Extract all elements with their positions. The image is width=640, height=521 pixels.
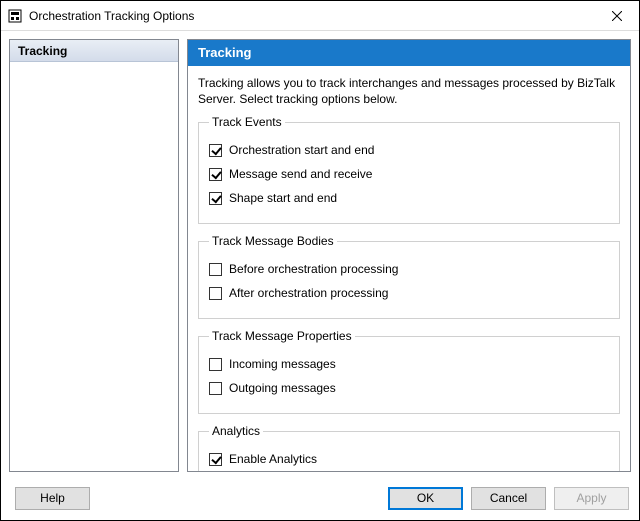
checkbox-icon	[209, 144, 222, 157]
checkbox-label: Incoming messages	[229, 357, 336, 371]
checkbox-after-processing[interactable]: After orchestration processing	[209, 284, 609, 302]
checkbox-icon	[209, 358, 222, 371]
help-button[interactable]: Help	[15, 487, 90, 510]
checkbox-msg-send-receive[interactable]: Message send and receive	[209, 165, 609, 183]
group-legend: Analytics	[209, 424, 263, 438]
checkbox-label: After orchestration processing	[229, 286, 388, 300]
group-legend: Track Message Properties	[209, 329, 355, 343]
group-track-bodies: Track Message Bodies Before orchestratio…	[198, 234, 620, 319]
checkbox-outgoing-msgs[interactable]: Outgoing messages	[209, 379, 609, 397]
checkbox-icon	[209, 453, 222, 466]
nav-item-tracking[interactable]: Tracking	[10, 40, 178, 62]
settings-panel: Tracking Tracking allows you to track in…	[187, 39, 631, 472]
checkbox-shape-start-end[interactable]: Shape start and end	[209, 189, 609, 207]
checkbox-incoming-msgs[interactable]: Incoming messages	[209, 355, 609, 373]
cancel-button[interactable]: Cancel	[471, 487, 546, 510]
checkbox-enable-analytics[interactable]: Enable Analytics	[209, 450, 609, 468]
content-area: Tracking Tracking Tracking allows you to…	[1, 31, 639, 476]
checkbox-label: Shape start and end	[229, 191, 337, 205]
checkbox-label: Outgoing messages	[229, 381, 336, 395]
window-title: Orchestration Tracking Options	[29, 9, 594, 23]
checkbox-icon	[209, 382, 222, 395]
checkbox-icon	[209, 287, 222, 300]
checkbox-label: Enable Analytics	[229, 452, 317, 466]
checkbox-label: Before orchestration processing	[229, 262, 398, 276]
titlebar: Orchestration Tracking Options	[1, 1, 639, 31]
checkbox-label: Message send and receive	[229, 167, 372, 181]
close-button[interactable]	[594, 1, 639, 31]
panel-header: Tracking	[188, 40, 630, 66]
panel-description: Tracking allows you to track interchange…	[198, 76, 620, 107]
checkbox-icon	[209, 168, 222, 181]
nav-item-label: Tracking	[18, 44, 67, 58]
checkbox-before-processing[interactable]: Before orchestration processing	[209, 260, 609, 278]
group-legend: Track Message Bodies	[209, 234, 337, 248]
footer: Help OK Cancel Apply	[1, 476, 639, 520]
window-icon	[7, 8, 23, 24]
checkbox-label: Orchestration start and end	[229, 143, 374, 157]
group-track-properties: Track Message Properties Incoming messag…	[198, 329, 620, 414]
group-analytics: Analytics Enable Analytics	[198, 424, 620, 471]
apply-button[interactable]: Apply	[554, 487, 629, 510]
ok-button[interactable]: OK	[388, 487, 463, 510]
checkbox-icon	[209, 192, 222, 205]
checkbox-icon	[209, 263, 222, 276]
nav-pane: Tracking	[9, 39, 179, 472]
panel-body: Tracking allows you to track interchange…	[188, 66, 630, 471]
checkbox-orch-start-end[interactable]: Orchestration start and end	[209, 141, 609, 159]
group-track-events: Track Events Orchestration start and end…	[198, 115, 620, 224]
group-legend: Track Events	[209, 115, 285, 129]
